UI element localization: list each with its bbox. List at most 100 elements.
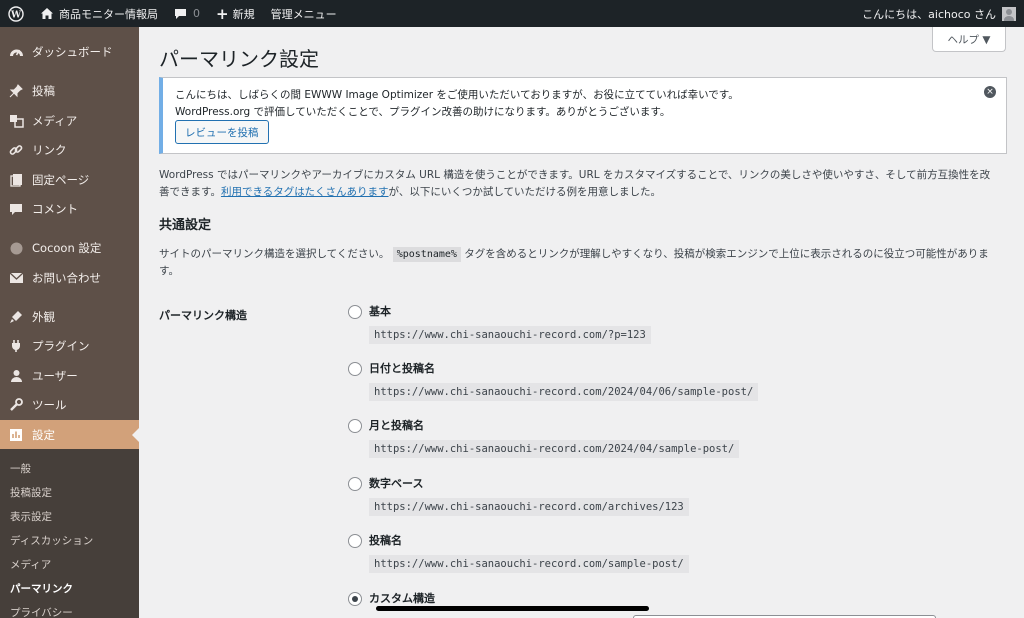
home-icon xyxy=(41,8,53,19)
sidebar-item-label: ダッシュボード xyxy=(32,45,113,59)
intro-text-1: WordPress ではパーマリンクやアーカイブにカスタム URL 構造を使うこ… xyxy=(159,169,991,181)
sidebar-item-links[interactable]: リンク xyxy=(0,135,139,165)
dashboard-icon xyxy=(8,44,24,60)
site-name: 商品モニター情報局 xyxy=(59,7,158,21)
wrench-icon xyxy=(8,397,24,413)
review-notice: こんにちは、しばらくの間 EWWW Image Optimizer をご使用いた… xyxy=(159,77,1007,154)
sidebar-item-comments[interactable]: コメント xyxy=(0,194,139,224)
intro-suffix: が、以下にいくつか試していただける例を用意しました。 xyxy=(388,186,662,198)
radio-post-name[interactable] xyxy=(348,534,362,548)
comment-bubble-icon xyxy=(175,8,186,19)
option-label: 日付と投稿名 xyxy=(369,362,435,375)
sidebar-item-label: 外観 xyxy=(32,310,55,324)
sidebar-item-label: プラグイン xyxy=(32,339,90,353)
submenu-item-writing[interactable]: 投稿設定 xyxy=(10,485,52,500)
radio-day-and-name[interactable] xyxy=(348,362,362,376)
desc-prefix: サイトのパーマリンク構造を選択してください。 xyxy=(159,248,390,260)
greeting: こんにちは、aichoco さん xyxy=(862,7,996,21)
admin-bar: W 商品モニター情報局 0 + 新規 管理メニュー こんにちは、aichoco … xyxy=(0,0,1024,27)
sidebar-item-cocoon[interactable]: Cocoon 設定 xyxy=(0,233,139,263)
radio-plain[interactable] xyxy=(348,305,362,319)
notice-text-1: こんにちは、しばらくの間 EWWW Image Optimizer をご使用いた… xyxy=(175,89,739,101)
admin-menu-link[interactable]: 管理メニュー xyxy=(263,0,345,27)
user-icon xyxy=(8,368,24,384)
sidebar-item-media[interactable]: メディア xyxy=(0,106,139,136)
submenu-item-general[interactable]: 一般 xyxy=(10,461,31,476)
sidebar-item-posts[interactable]: 投稿 xyxy=(0,76,139,106)
common-settings-title: 共通設定 xyxy=(159,218,212,233)
new-label: 新規 xyxy=(232,7,255,21)
svg-text:W: W xyxy=(10,10,22,20)
comment-icon xyxy=(8,201,24,217)
sidebar-item-tools[interactable]: ツール xyxy=(0,390,139,420)
sidebar-item-dashboard[interactable]: ダッシュボード xyxy=(0,37,139,67)
sidebar-item-label: 投稿 xyxy=(32,84,55,98)
sidebar-item-plugins[interactable]: プラグイン xyxy=(0,331,139,361)
submenu-item-privacy[interactable]: プライバシー xyxy=(10,605,73,618)
available-tags-link[interactable]: 利用できるタグはたくさんあります xyxy=(221,186,389,198)
common-settings-desc: サイトのパーマリンク構造を選択してください。 %postname% タグを含める… xyxy=(159,246,989,262)
sidebar-item-label: ユーザー xyxy=(32,369,78,383)
account-menu[interactable]: こんにちは、aichoco さん xyxy=(854,0,1024,27)
option-label: 投稿名 xyxy=(369,534,402,547)
option-example: https://www.chi-sanaouchi-record.com/arc… xyxy=(369,498,689,516)
post-review-button[interactable]: レビューを投稿 xyxy=(175,120,269,144)
wordpress-logo-icon[interactable]: W xyxy=(0,0,32,27)
avatar xyxy=(1002,6,1016,21)
sidebar-item-contact[interactable]: お問い合わせ xyxy=(0,263,139,293)
sidebar-item-label: メディア xyxy=(32,114,78,128)
option-label: 基本 xyxy=(369,305,391,318)
main-content: パーマリンク設定 ヘルプ ▼ こんにちは、しばらくの間 EWWW Image O… xyxy=(139,27,1024,618)
sidebar-item-appearance[interactable]: 外観 xyxy=(0,302,139,332)
comments-link[interactable]: 0 xyxy=(166,0,208,27)
common-settings-desc-2: す。 xyxy=(159,265,179,277)
home-indicator xyxy=(376,606,649,611)
appearance-icon xyxy=(8,309,24,325)
option-example: https://www.chi-sanaouchi-record.com/?p=… xyxy=(369,326,651,344)
sidebar-item-label: リンク xyxy=(32,143,67,157)
new-content-link[interactable]: + 新規 xyxy=(208,0,263,27)
sidebar-item-users[interactable]: ユーザー xyxy=(0,361,139,391)
submenu-item-permalinks[interactable]: パーマリンク xyxy=(10,581,73,596)
plugin-icon xyxy=(8,338,24,354)
radio-custom[interactable] xyxy=(348,592,362,606)
dismiss-icon[interactable]: × xyxy=(984,86,996,98)
intro-text-2: 善できます。利用できるタグはたくさんありますが、以下にいくつか試していただける例… xyxy=(159,184,661,199)
settings-icon xyxy=(8,427,24,443)
sidebar-item-label: ツール xyxy=(32,398,67,412)
link-icon xyxy=(8,142,24,158)
radio-month-and-name[interactable] xyxy=(348,419,362,433)
plus-icon: + xyxy=(216,4,229,23)
postname-tag: %postname% xyxy=(392,247,461,262)
media-icon xyxy=(8,113,24,129)
sidebar-item-label: コメント xyxy=(32,202,78,216)
pin-icon xyxy=(8,83,24,99)
sidebar-item-label: お問い合わせ xyxy=(32,271,101,285)
help-button[interactable]: ヘルプ ▼ xyxy=(932,27,1006,52)
radio-numeric[interactable] xyxy=(348,477,362,491)
submenu-item-reading[interactable]: 表示設定 xyxy=(10,509,52,524)
sidebar-item-label: Cocoon 設定 xyxy=(32,241,102,255)
mail-icon xyxy=(8,270,24,286)
page-title: パーマリンク設定 xyxy=(159,47,319,71)
submenu-item-discussion[interactable]: ディスカッション xyxy=(10,533,93,548)
option-example: https://www.chi-sanaouchi-record.com/202… xyxy=(369,383,759,401)
intro-prefix: 善できます。 xyxy=(159,186,221,198)
option-example: https://www.chi-sanaouchi-record.com/202… xyxy=(369,440,740,458)
sidebar-item-pages[interactable]: 固定ページ xyxy=(0,165,139,195)
option-label: カスタム構造 xyxy=(369,592,435,605)
sidebar-item-settings[interactable]: 設定 xyxy=(0,420,139,450)
option-example: https://www.chi-sanaouchi-record.com/sam… xyxy=(369,555,689,573)
permalink-structure-label: パーマリンク構造 xyxy=(159,309,247,322)
admin-sidebar: ダッシュボード 投稿 メディア リンク 固定ページ コメント Cocoon 設定… xyxy=(0,27,139,618)
comments-count: 0 xyxy=(193,7,200,20)
sidebar-item-label: 固定ページ xyxy=(32,173,90,187)
site-name-link[interactable]: 商品モニター情報局 xyxy=(32,0,166,27)
submenu-item-media[interactable]: メディア xyxy=(10,557,51,572)
page-icon xyxy=(8,172,24,188)
admin-menu-label: 管理メニュー xyxy=(270,7,337,21)
option-label: 数字ベース xyxy=(369,477,424,490)
sidebar-item-label: 設定 xyxy=(32,428,55,442)
cocoon-icon xyxy=(8,240,24,256)
settings-submenu: 一般 投稿設定 表示設定 ディスカッション メディア パーマリンク プライバシー xyxy=(0,449,139,618)
